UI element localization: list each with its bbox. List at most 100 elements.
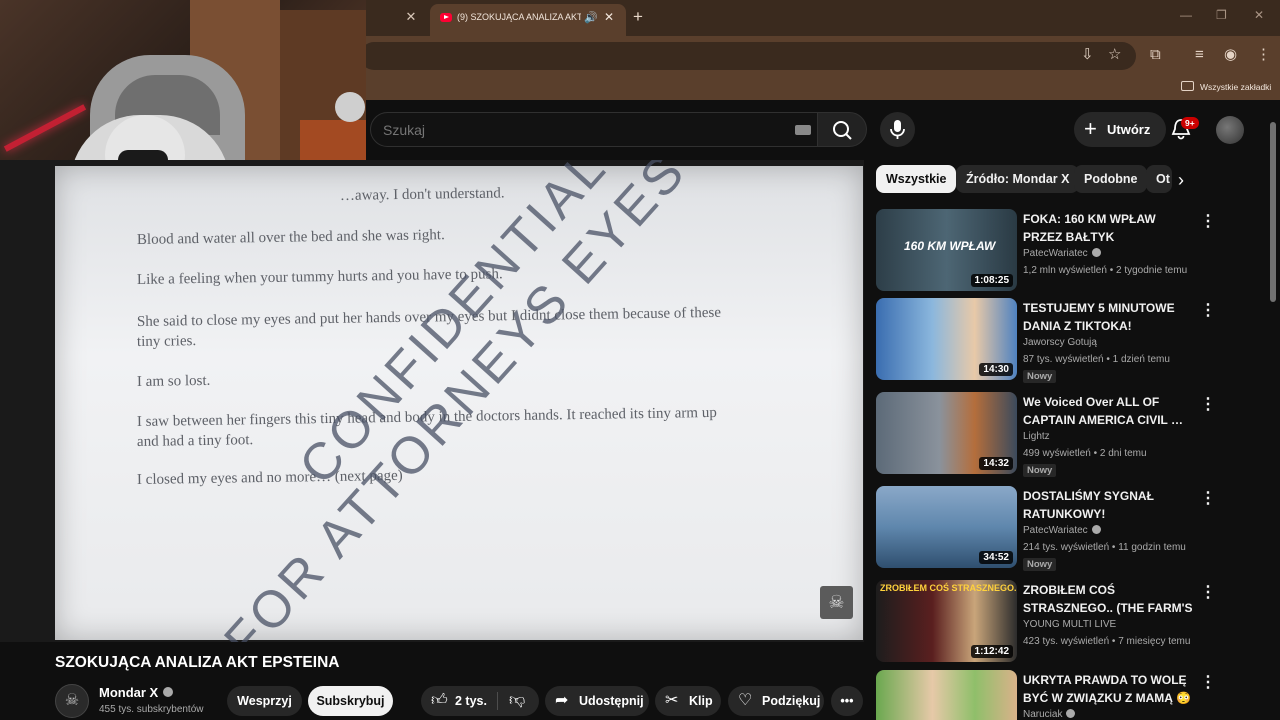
more-vertical-icon[interactable]: ⋮ bbox=[1200, 672, 1216, 692]
video-duration: 14:32 bbox=[979, 457, 1013, 470]
webcam-led-strip bbox=[3, 104, 87, 152]
new-badge: Nowy bbox=[1023, 370, 1057, 383]
support-button[interactable]: Wesprzyj bbox=[227, 686, 302, 716]
subscribe-label: Subskrybuj bbox=[316, 694, 385, 708]
dislike-icon[interactable]: 👎︎ bbox=[509, 686, 525, 716]
chevron-right-icon[interactable]: › bbox=[1178, 170, 1184, 191]
related-video-item[interactable]: 34:52 DOSTALIŚMY SYGNAŁ RATUNKOWY! Patec… bbox=[876, 486, 1256, 572]
inactive-tab-close-icon[interactable]: ✕ bbox=[404, 10, 418, 24]
folder-icon[interactable] bbox=[1181, 81, 1194, 91]
channel-watermark-icon[interactable]: ☠ bbox=[820, 586, 853, 619]
new-badge: Nowy bbox=[1023, 558, 1057, 571]
video-thumbnail[interactable]: 14:32 bbox=[876, 392, 1017, 474]
document-line: Blood and water all over the bed and she… bbox=[136, 227, 445, 248]
related-channel-name[interactable]: PatecWariatec bbox=[1023, 248, 1101, 259]
maximize-icon[interactable]: ❐ bbox=[1216, 8, 1227, 22]
install-app-icon[interactable]: ⇩ bbox=[1081, 46, 1094, 64]
video-thumbnail[interactable] bbox=[876, 670, 1017, 720]
clip-button[interactable]: ✂ Klip bbox=[655, 686, 721, 716]
microphone-icon bbox=[890, 120, 905, 139]
thumbnail-text: ZROBIŁEM COŚ STRASZNEGO.. bbox=[880, 583, 1017, 593]
verified-icon bbox=[1066, 709, 1076, 718]
thanks-button[interactable]: ♡ Podziękuj bbox=[728, 686, 824, 716]
like-divider bbox=[497, 692, 498, 710]
new-badge: Nowy bbox=[1023, 464, 1057, 477]
related-video-item[interactable]: UKRYTA PRAWDA TO WOLĘ BYĆ W ZWIĄZKU Z MA… bbox=[876, 670, 1256, 720]
related-video-title[interactable]: TESTUJEMY 5 MINUTOWE DANIA Z TIKTOKA! bbox=[1023, 300, 1193, 335]
related-video-item[interactable]: 160 KM WPŁAW 1:08:25 FOKA: 160 KM WPŁAW … bbox=[876, 209, 1256, 295]
related-video-title[interactable]: FOKA: 160 KM WPŁAW PRZEZ BAŁTYK bbox=[1023, 211, 1193, 246]
extensions-icon[interactable]: ⧉ bbox=[1150, 46, 1161, 64]
channel-avatar[interactable]: ☠ bbox=[55, 684, 89, 718]
browser-menu-icon[interactable]: ⋮ bbox=[1256, 46, 1271, 64]
chip-related[interactable]: Podobne bbox=[1074, 165, 1148, 193]
related-channel-text: PatecWariatec bbox=[1023, 248, 1088, 259]
address-bar[interactable] bbox=[360, 42, 1136, 70]
chip-from-channel[interactable]: Źródło: Mondar X bbox=[956, 165, 1080, 193]
search-box bbox=[370, 112, 818, 147]
thumbnail-text: 160 KM WPŁAW bbox=[904, 239, 996, 253]
related-channel-name[interactable]: Jaworscy Gotują bbox=[1023, 337, 1097, 348]
keyboard-icon[interactable] bbox=[795, 125, 811, 135]
related-video-item[interactable]: 14:32 We Voiced Over ALL OF CAPTAIN AMER… bbox=[876, 392, 1256, 478]
related-channel-text: PatecWariatec bbox=[1023, 525, 1088, 536]
more-actions-button[interactable]: ••• bbox=[831, 686, 863, 716]
share-icon: ➦ bbox=[555, 692, 569, 709]
document-line: I am so lost. bbox=[136, 372, 211, 390]
like-icon[interactable]: 👍︎ bbox=[431, 686, 448, 716]
related-video-title[interactable]: UKRYTA PRAWDA TO WOLĘ BYĆ W ZWIĄZKU Z MA… bbox=[1023, 672, 1193, 707]
profile-icon[interactable]: ◉ bbox=[1224, 46, 1237, 64]
video-thumbnail[interactable]: 14:30 bbox=[876, 298, 1017, 380]
verified-icon bbox=[1091, 525, 1101, 534]
video-thumbnail[interactable]: ZROBIŁEM COŚ STRASZNEGO.. 1:12:42 bbox=[876, 580, 1017, 662]
tab-audio-icon[interactable]: 🔊 bbox=[584, 11, 598, 24]
related-video-meta: 87 tys. wyświetleń • 1 dzień temu bbox=[1023, 354, 1170, 365]
related-channel-name[interactable]: Lightz bbox=[1023, 431, 1050, 442]
related-channel-text: Naruciak bbox=[1023, 709, 1063, 720]
search-input[interactable] bbox=[383, 113, 783, 146]
search-button[interactable] bbox=[817, 112, 867, 147]
related-channel-name[interactable]: Naruciak bbox=[1023, 709, 1076, 720]
youtube-masthead: + Utwórz 9+ bbox=[366, 100, 1280, 160]
more-vertical-icon[interactable]: ⋮ bbox=[1200, 394, 1216, 414]
related-video-title[interactable]: ZROBIŁEM COŚ STRASZNEGO.. (THE FARM'S SE… bbox=[1023, 582, 1193, 617]
verified-icon bbox=[163, 687, 174, 697]
video-duration: 34:52 bbox=[979, 551, 1013, 564]
related-channel-name[interactable]: YOUNG MULTI LIVE bbox=[1023, 619, 1116, 630]
window-close-icon[interactable]: ✕ bbox=[1254, 8, 1264, 22]
related-video-meta: 499 wyświetleń • 2 dni temu bbox=[1023, 448, 1147, 459]
active-tab[interactable]: (9) SZOKUJĄCA ANALIZA AKT EPSTEINA 🔊 ✕ bbox=[430, 4, 626, 36]
document-line: …away. I don't understand. bbox=[339, 185, 505, 204]
minimize-icon[interactable]: — bbox=[1180, 8, 1192, 22]
channel-name[interactable]: Mondar X bbox=[99, 685, 174, 700]
user-avatar[interactable] bbox=[1216, 116, 1244, 144]
create-button[interactable]: + Utwórz bbox=[1074, 112, 1166, 147]
related-video-item[interactable]: ZROBIŁEM COŚ STRASZNEGO.. 1:12:42 ZROBIŁ… bbox=[876, 580, 1256, 666]
tab-close-icon[interactable]: ✕ bbox=[604, 10, 614, 24]
media-controls-icon[interactable]: ≡ bbox=[1195, 46, 1204, 64]
support-label: Wesprzyj bbox=[237, 694, 292, 708]
video-player[interactable]: …away. I don't understand. Blood and wat… bbox=[0, 160, 864, 642]
video-thumbnail[interactable]: 34:52 bbox=[876, 486, 1017, 568]
like-count[interactable]: 2 tys. bbox=[455, 686, 487, 716]
related-channel-name[interactable]: PatecWariatec bbox=[1023, 525, 1101, 536]
video-thumbnail[interactable]: 160 KM WPŁAW 1:08:25 bbox=[876, 209, 1017, 291]
related-video-item[interactable]: 14:30 TESTUJEMY 5 MINUTOWE DANIA Z TIKTO… bbox=[876, 298, 1256, 384]
video-title: SZOKUJĄCA ANALIZA AKT EPSTEINA bbox=[55, 654, 340, 671]
voice-search-button[interactable] bbox=[880, 112, 915, 147]
more-vertical-icon[interactable]: ⋮ bbox=[1200, 488, 1216, 508]
share-button[interactable]: ➦ Udostępnij bbox=[545, 686, 649, 716]
related-video-title[interactable]: We Voiced Over ALL OF CAPTAIN AMERICA CI… bbox=[1023, 394, 1193, 429]
bookmark-star-icon[interactable]: ☆ bbox=[1108, 46, 1121, 64]
thanks-heart-icon: ♡ bbox=[738, 692, 753, 709]
chip-all[interactable]: Wszystkie bbox=[876, 165, 957, 193]
new-tab-icon[interactable]: + bbox=[633, 7, 643, 27]
more-vertical-icon[interactable]: ⋮ bbox=[1200, 211, 1216, 231]
subscribe-button[interactable]: Subskrybuj bbox=[308, 686, 393, 716]
more-vertical-icon[interactable]: ⋮ bbox=[1200, 582, 1216, 602]
chip-other[interactable]: Ot bbox=[1146, 165, 1172, 193]
more-vertical-icon[interactable]: ⋮ bbox=[1200, 300, 1216, 320]
related-video-title[interactable]: DOSTALIŚMY SYGNAŁ RATUNKOWY! bbox=[1023, 488, 1193, 523]
all-bookmarks-link[interactable]: Wszystkie zakładki bbox=[1200, 82, 1271, 92]
page-scrollbar[interactable] bbox=[1270, 122, 1276, 302]
